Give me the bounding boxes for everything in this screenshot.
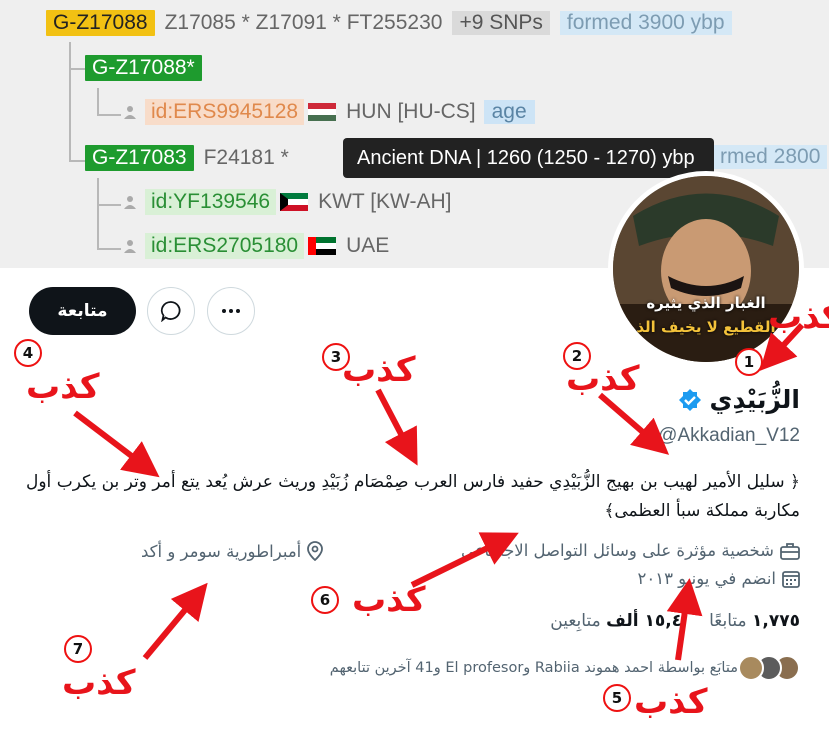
lie-label-3: كذب — [342, 350, 416, 390]
arrow-7 — [142, 582, 208, 660]
location-text: أمبراطورية سومر و أكد — [141, 541, 302, 561]
uae-flag-icon — [308, 237, 337, 255]
age-badge[interactable]: age — [483, 100, 535, 124]
tree-connector — [97, 178, 121, 206]
lie-label-4: كذب — [26, 367, 100, 407]
category-text: شخصية مؤثرة على وسائل التواصل الاجتماعي — [460, 541, 774, 560]
sample-row-2: id:YF139546 KWT [KW-AH] — [123, 189, 452, 215]
sample-country: KWT [KW-AH] — [318, 190, 452, 213]
follower-avatars — [738, 655, 800, 681]
lie-label-5: كذب — [634, 682, 708, 722]
more-dots-icon — [222, 309, 240, 313]
formed-badge-row: rmed 2800 — [713, 145, 828, 169]
tree-connector — [69, 68, 85, 162]
arrow-3 — [375, 388, 418, 466]
annotation-number-1: 1 — [735, 348, 763, 376]
joined-text: انضم في يونيو ٢٠١٣ — [637, 569, 776, 588]
hungary-flag-icon — [308, 103, 337, 121]
snp-list: Z17085 * Z17091 * FT255230 — [164, 11, 443, 34]
lie-label-2: كذب — [566, 359, 640, 399]
verified-badge-icon[interactable] — [678, 388, 702, 412]
node-child-b[interactable]: G-Z17083 — [85, 145, 194, 171]
briefcase-icon — [780, 542, 800, 560]
formed-badge: formed 3900 ybp — [559, 11, 732, 35]
avatar — [738, 655, 764, 681]
annotation-number-5: 5 — [603, 684, 631, 712]
followers-stat[interactable]: ١٥,٤ ألف متابِعين — [550, 611, 682, 631]
followed-by-row[interactable]: متابَع بواسطة احمد هموند Rabiia وEl prof… — [330, 655, 800, 681]
node-child-a[interactable]: G-Z17088* — [85, 55, 202, 81]
joined-item: انضم في يونيو ٢٠١٣ — [637, 569, 800, 588]
followed-by-text: متابَع بواسطة احمد هموند Rabiia وEl prof… — [329, 660, 738, 676]
following-stat[interactable]: ١,٧٧٥ متابعًا — [709, 611, 800, 631]
snp-list: F24181 * — [203, 146, 289, 169]
ancient-dna-tooltip: Ancient DNA | 1260 (1250 - 1270) ybp — [343, 138, 714, 178]
message-button[interactable] — [147, 287, 195, 335]
person-icon — [124, 240, 136, 253]
sample-row-1: id:ERS9945128 HUN [HU-CS] age — [123, 99, 535, 125]
tree-row-child-b: G-Z17083 F24181 * — [85, 145, 289, 171]
follow-stats: ١,٧٧٥ متابعًا ١٥,٤ ألف متابِعين — [550, 611, 800, 631]
arrow-4 — [73, 410, 160, 478]
annotation-number-4: 4 — [14, 339, 42, 367]
profile-bio: ﴿ سليل الأمير لهيب بن بهيج الزُّبَيْدِي … — [26, 472, 800, 521]
arrow-2 — [598, 392, 670, 455]
annotation-number-6: 6 — [311, 586, 339, 614]
node-root[interactable]: G-Z17088 — [46, 10, 155, 36]
lie-label-7: كذب — [62, 663, 136, 703]
followers-label: متابِعين — [550, 611, 601, 631]
person-icon — [124, 196, 136, 209]
tree-connector — [97, 88, 121, 116]
display-name-row: الزُّبَيْدِي — [678, 385, 800, 414]
following-label: متابعًا — [709, 611, 747, 631]
calendar-icon — [782, 570, 800, 588]
formed-badge: rmed 2800 — [713, 145, 828, 169]
lie-label-6: كذب — [352, 580, 426, 620]
follow-button[interactable]: متابعة — [29, 287, 136, 335]
tree-row-root: G-Z17088 Z17085 * Z17091 * FT255230 +9 S… — [46, 10, 732, 36]
category-item: شخصية مؤثرة على وسائل التواصل الاجتماعي — [461, 541, 800, 560]
location-pin-icon — [307, 541, 324, 561]
tree-connector — [69, 42, 85, 70]
sample-id[interactable]: id:ERS9945128 — [145, 99, 305, 125]
kuwait-flag-icon — [280, 193, 309, 211]
profile-avatar[interactable]: الغبار الذي يثيره القطيع لا يخيف الذ — [608, 171, 804, 367]
sample-country: UAE — [346, 234, 390, 257]
followers-count: ١٥,٤ ألف — [606, 611, 683, 631]
more-options-button[interactable] — [207, 287, 255, 335]
profile-handle: @Akkadian_V12 — [658, 425, 800, 446]
sample-country: HUN [HU-CS] — [346, 100, 476, 123]
tree-connector — [97, 204, 121, 250]
annotation-number-7: 7 — [64, 635, 92, 663]
sample-row-3: id:ERS2705180 UAE — [123, 233, 389, 259]
snp-count-badge[interactable]: +9 SNPs — [452, 11, 550, 35]
following-count: ١,٧٧٥ — [752, 611, 800, 631]
sample-id[interactable]: id:YF139546 — [145, 189, 277, 215]
sample-id[interactable]: id:ERS2705180 — [145, 233, 305, 259]
person-icon — [124, 106, 136, 119]
location-item: أمبراطورية سومر و أكد — [141, 541, 324, 561]
display-name: الزُّبَيْدِي — [709, 385, 800, 414]
lie-label-1: كذب — [768, 297, 829, 337]
message-bubble-icon — [160, 301, 181, 322]
tree-row-child-a: G-Z17088* — [85, 55, 202, 81]
